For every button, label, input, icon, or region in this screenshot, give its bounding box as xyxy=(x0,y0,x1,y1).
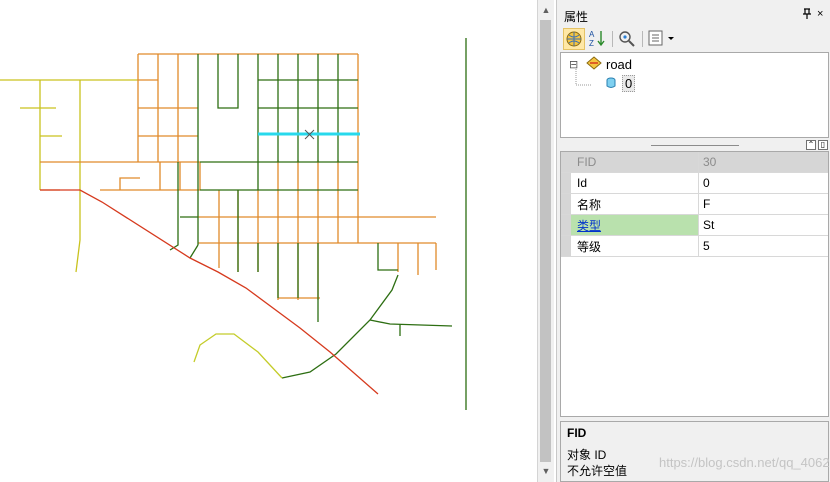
close-icon[interactable]: × xyxy=(817,8,823,20)
property-value[interactable]: St xyxy=(698,214,828,236)
property-row[interactable]: 名称 F xyxy=(561,193,828,215)
property-row[interactable]: 等级 5 xyxy=(561,235,828,257)
map-scrollbar[interactable]: ▲ ▼ xyxy=(537,0,554,482)
svg-text:Z: Z xyxy=(589,39,594,48)
expand-up-button[interactable]: ⌃ xyxy=(806,140,816,150)
property-row[interactable]: Id 0 xyxy=(561,172,828,194)
feature-tree[interactable]: ⊟ road 0 xyxy=(560,52,829,138)
collapse-icon[interactable]: ⊟ xyxy=(569,58,578,71)
layer-name[interactable]: road xyxy=(606,57,632,72)
road-network[interactable] xyxy=(0,0,537,482)
property-name: FID xyxy=(571,152,699,173)
attributes-panel: 属性 × AZ ⊟ road 0 ⌃ ▯ FID 30 Id 0 名称 F 类型… xyxy=(556,0,830,482)
row-gutter xyxy=(561,152,571,173)
property-grid[interactable]: FID 30 Id 0 名称 F 类型 St 等级 5 xyxy=(560,151,829,417)
property-value: 30 xyxy=(698,152,828,173)
row-gutter xyxy=(561,193,571,215)
map-view[interactable] xyxy=(0,0,537,482)
property-row[interactable]: FID 30 xyxy=(561,152,828,173)
row-gutter xyxy=(561,214,571,236)
description-line: 不允许空值 xyxy=(567,464,628,478)
panel-splitter[interactable]: ⌃ ▯ xyxy=(557,139,830,151)
property-value[interactable]: F xyxy=(698,193,828,215)
toolbar-separator xyxy=(642,31,643,47)
panel-titlebar: 属性 × xyxy=(557,5,830,25)
panel-toolbar: AZ xyxy=(561,28,829,50)
row-gutter xyxy=(561,235,571,257)
yellow-roads xyxy=(0,79,138,273)
options-icon[interactable] xyxy=(647,28,677,50)
pin-icon[interactable] xyxy=(802,8,812,23)
property-name: 类型 xyxy=(571,214,699,236)
property-name: 名称 xyxy=(571,193,699,215)
description-line: 对象 ID xyxy=(567,448,607,462)
property-row-selected[interactable]: 类型 St xyxy=(561,214,828,236)
sort-az-icon[interactable]: AZ xyxy=(587,28,609,50)
property-value[interactable]: 5 xyxy=(698,235,828,257)
scroll-up-button[interactable]: ▲ xyxy=(538,2,554,19)
property-description: FID 对象 ID 不允许空值 xyxy=(560,421,829,482)
watermark: https://blog.csdn.net/qq_40628258 xyxy=(659,455,830,470)
svg-text:A: A xyxy=(589,30,595,39)
feature-id-node[interactable]: 0 xyxy=(622,75,636,92)
layer-icon xyxy=(585,56,603,73)
red-road xyxy=(40,189,379,395)
row-gutter xyxy=(561,172,571,194)
identify-icon[interactable] xyxy=(617,28,639,50)
categorized-view-icon[interactable] xyxy=(563,28,585,50)
toolbar-separator xyxy=(612,31,613,47)
panel-title: 属性 xyxy=(564,10,589,24)
scroll-thumb[interactable] xyxy=(540,20,551,462)
splitter-grip[interactable] xyxy=(651,145,739,146)
description-heading: FID xyxy=(567,426,587,440)
property-value[interactable]: 0 xyxy=(698,172,828,194)
property-name: 等级 xyxy=(571,235,699,257)
scroll-down-button[interactable]: ▼ xyxy=(538,463,554,480)
feature-icon xyxy=(605,77,617,92)
curved-road xyxy=(193,333,283,379)
toggle-pane-button[interactable]: ▯ xyxy=(818,140,828,150)
property-name: Id xyxy=(571,172,699,194)
